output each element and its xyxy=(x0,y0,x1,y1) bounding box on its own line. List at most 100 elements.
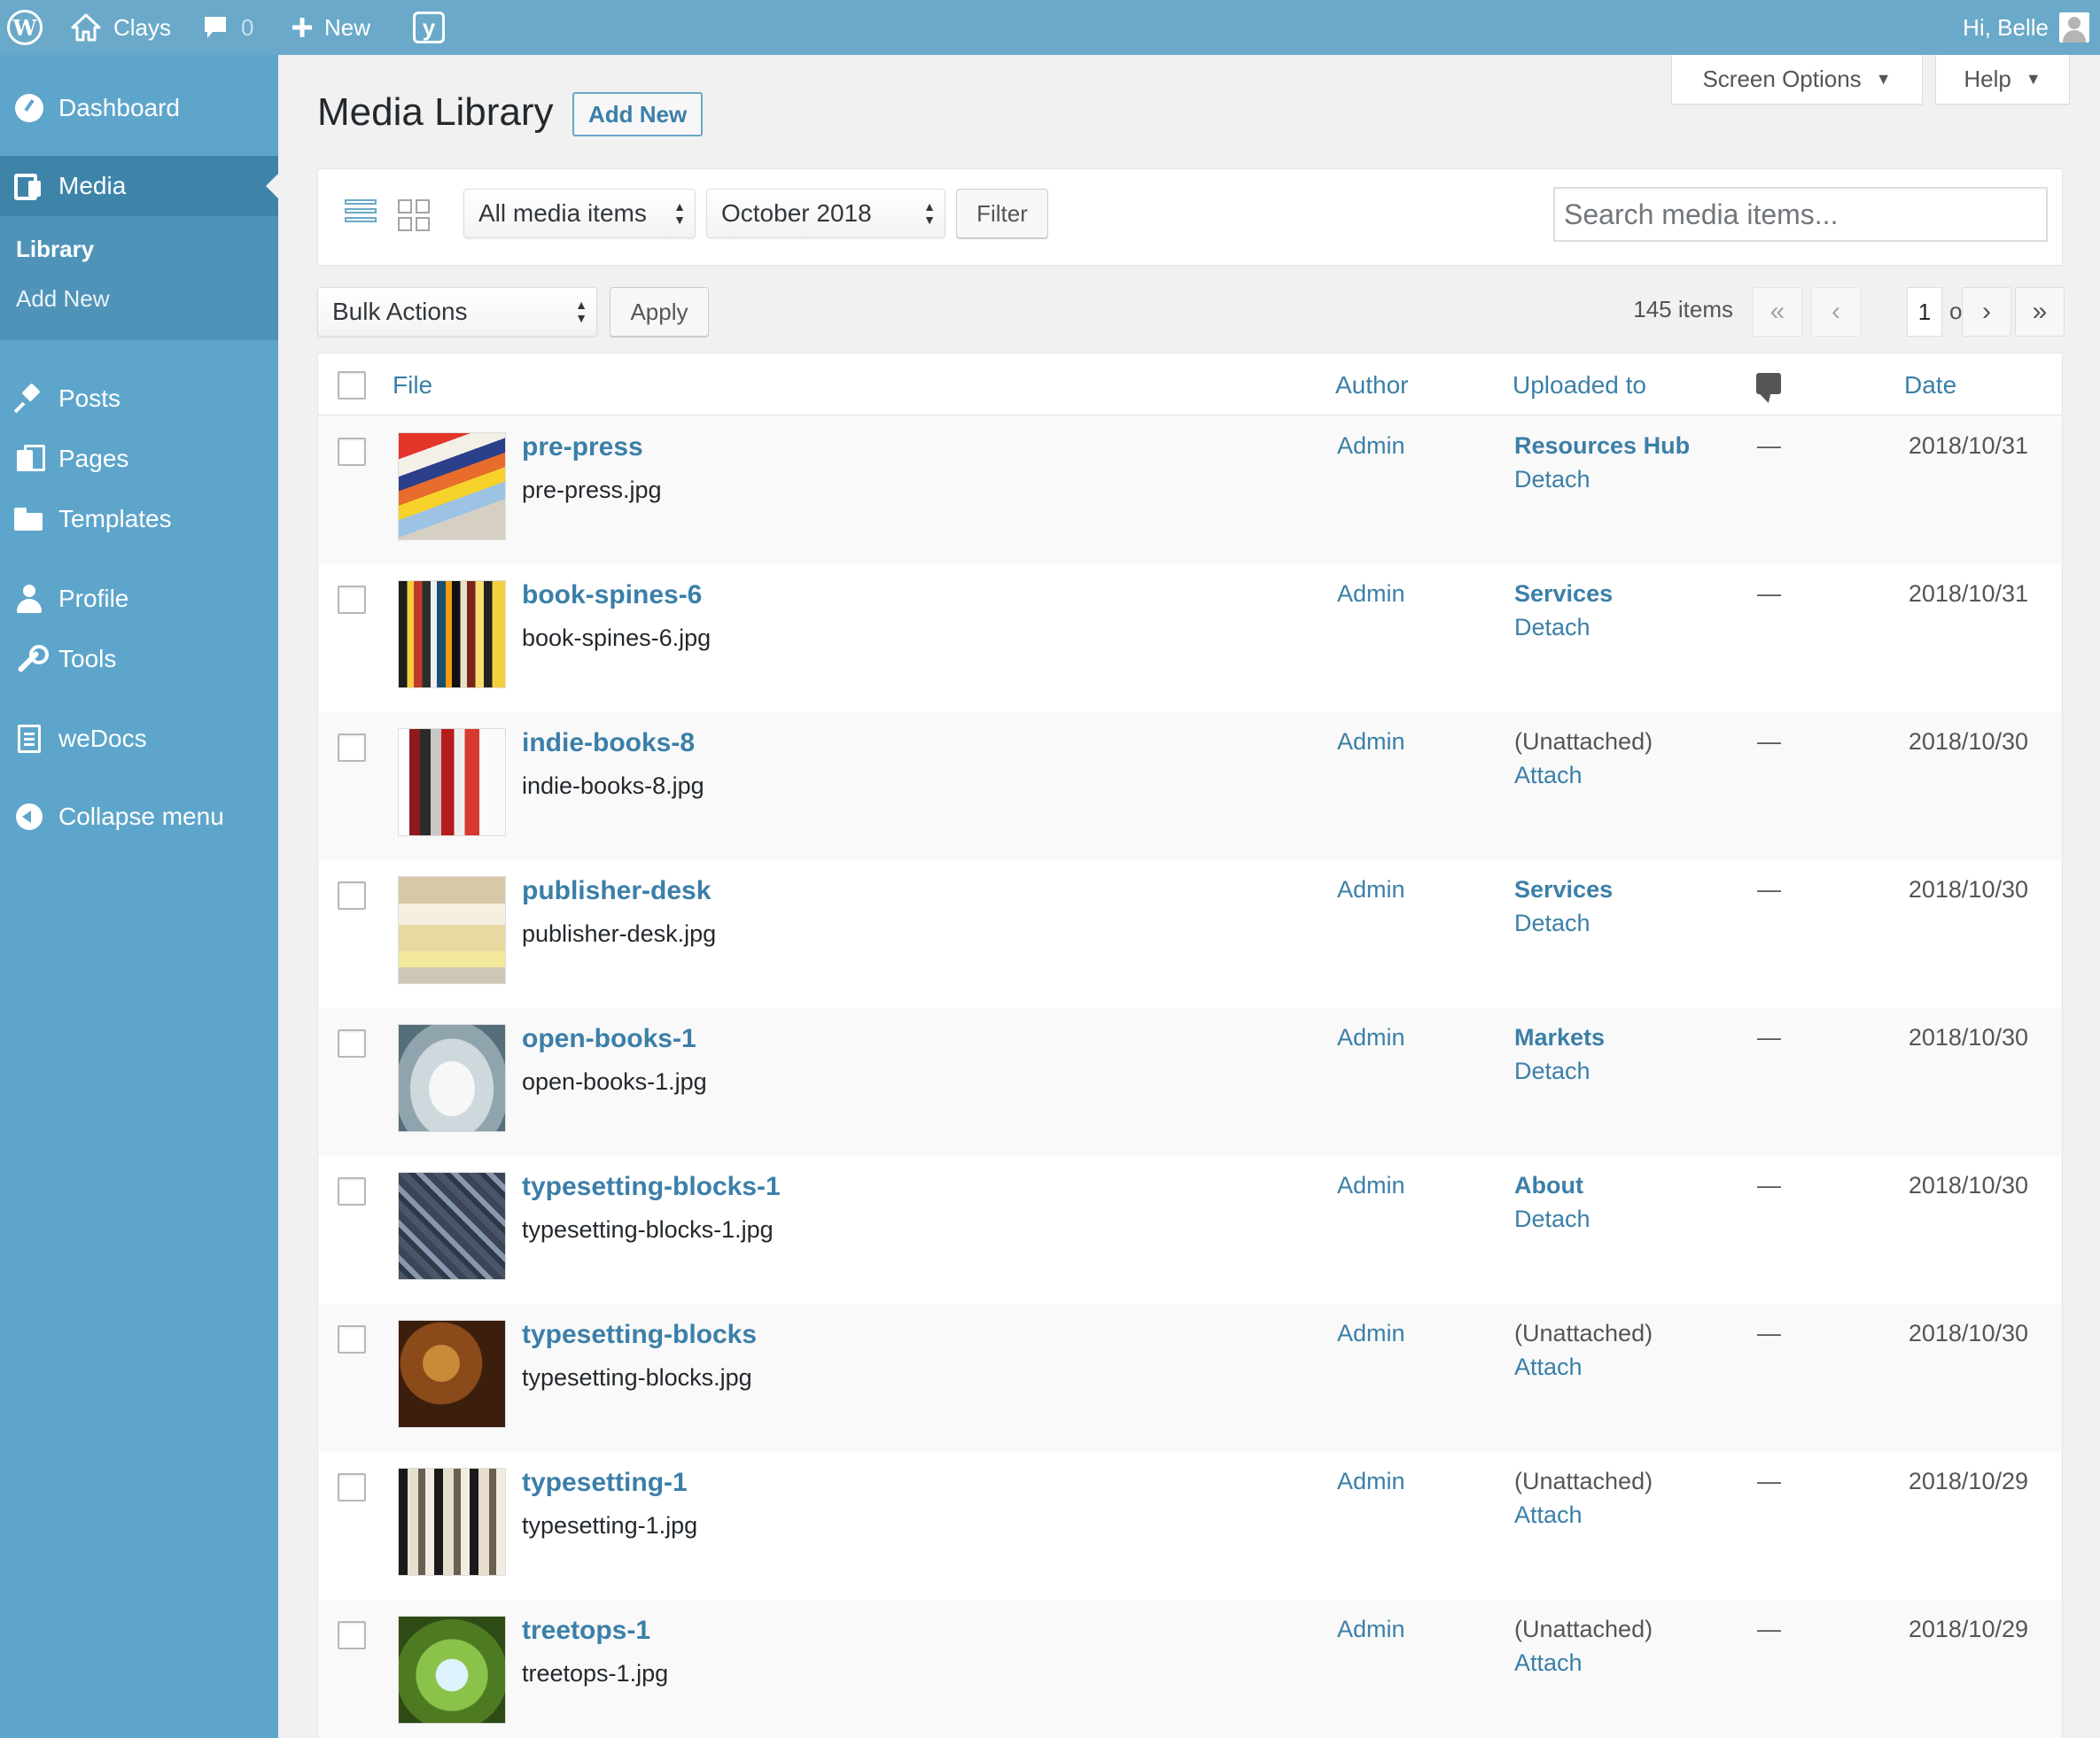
media-type-select[interactable]: All media items ▲ ▼ xyxy=(463,189,696,238)
media-thumbnail[interactable] xyxy=(398,1616,506,1724)
comments-count: — xyxy=(1757,580,1781,607)
sidebar-item-wedocs[interactable]: weDocs xyxy=(0,712,278,765)
media-thumbnail[interactable] xyxy=(398,1172,506,1280)
author-link[interactable]: Admin xyxy=(1337,728,1405,756)
media-thumbnail[interactable] xyxy=(398,1024,506,1132)
comment-icon[interactable] xyxy=(1756,373,1781,394)
detach-link[interactable]: Detach xyxy=(1514,1206,1591,1233)
author-link[interactable]: Admin xyxy=(1337,432,1405,460)
submenu-item-add-new[interactable]: Add New xyxy=(16,285,110,313)
sidebar-item-tools[interactable]: Tools xyxy=(0,632,278,686)
current-page-input[interactable]: 1 xyxy=(1907,287,1942,337)
media-title-link[interactable]: typesetting-blocks xyxy=(522,1320,757,1350)
table-row: publisher-desk publisher-desk.jpg Admin … xyxy=(318,860,2062,1008)
author-link[interactable]: Admin xyxy=(1337,1468,1405,1495)
sidebar-item-profile[interactable]: Profile xyxy=(0,572,278,625)
my-account-menu[interactable]: Hi, Belle xyxy=(1963,0,2089,55)
uploaded-to-status: (Unattached) xyxy=(1514,1616,1653,1642)
author-link[interactable]: Admin xyxy=(1337,1616,1405,1643)
uploaded-to-link[interactable]: Services xyxy=(1514,876,1613,904)
sidebar-item-media[interactable]: Media xyxy=(0,156,278,216)
attach-link[interactable]: Attach xyxy=(1514,1649,1583,1677)
detach-link[interactable]: Detach xyxy=(1514,910,1591,937)
sidebar-item-posts[interactable]: Posts xyxy=(0,372,278,425)
comments-link[interactable]: 0 xyxy=(202,0,253,55)
author-link[interactable]: Admin xyxy=(1337,1024,1405,1051)
row-checkbox[interactable] xyxy=(338,1473,366,1501)
uploaded-to-link[interactable]: About xyxy=(1514,1172,1583,1199)
media-title-link[interactable]: typesetting-blocks-1 xyxy=(522,1172,781,1202)
row-checkbox[interactable] xyxy=(338,1325,366,1354)
wordpress-logo-menu[interactable]: W xyxy=(7,0,46,55)
attach-link[interactable]: Attach xyxy=(1514,1354,1583,1381)
sidebar-item-label: Tools xyxy=(58,645,117,672)
list-view-icon[interactable] xyxy=(345,199,377,231)
table-row: indie-books-8 indie-books-8.jpg Admin (U… xyxy=(318,712,2062,860)
media-title-link[interactable]: typesetting-1 xyxy=(522,1468,688,1498)
grid-view-icon[interactable] xyxy=(398,199,430,231)
comments-count: — xyxy=(1757,876,1781,903)
help-label: Help xyxy=(1964,66,2011,92)
row-checkbox[interactable] xyxy=(338,1177,366,1206)
screen-options-toggle[interactable]: Screen Options ▼ xyxy=(1671,55,1923,105)
row-checkbox[interactable] xyxy=(338,1621,366,1649)
author-link[interactable]: Admin xyxy=(1337,1172,1405,1199)
sidebar-item-dashboard[interactable]: Dashboard xyxy=(0,81,278,135)
bulk-actions-select[interactable]: Bulk Actions ▲ ▼ xyxy=(317,287,597,337)
row-checkbox[interactable] xyxy=(338,586,366,614)
media-thumbnail[interactable] xyxy=(398,580,506,688)
row-checkbox[interactable] xyxy=(338,438,366,466)
date-filter-select[interactable]: October 2018 ▲ ▼ xyxy=(706,189,945,238)
media-filename: typesetting-blocks.jpg xyxy=(522,1364,752,1391)
media-thumbnail[interactable] xyxy=(398,1468,506,1576)
submenu-item-library[interactable]: Library xyxy=(16,236,94,263)
media-title-link[interactable]: book-spines-6 xyxy=(522,580,702,610)
next-page-button[interactable]: › xyxy=(1962,287,2011,337)
collapse-menu-button[interactable]: Collapse menu xyxy=(0,790,278,843)
media-title-link[interactable]: treetops-1 xyxy=(522,1616,650,1646)
attach-link[interactable]: Attach xyxy=(1514,762,1583,789)
detach-link[interactable]: Detach xyxy=(1514,466,1591,493)
media-thumbnail[interactable] xyxy=(398,1320,506,1428)
apply-button[interactable]: Apply xyxy=(610,287,709,337)
author-link[interactable]: Admin xyxy=(1337,1320,1405,1347)
last-page-button[interactable]: » xyxy=(2015,287,2065,337)
upload-date: 2018/10/31 xyxy=(1908,580,2028,607)
help-toggle[interactable]: Help ▼ xyxy=(1935,55,2070,105)
comments-count: — xyxy=(1757,1616,1781,1642)
yoast-seo-menu[interactable]: y xyxy=(413,0,445,55)
media-title-link[interactable]: publisher-desk xyxy=(522,876,711,906)
detach-link[interactable]: Detach xyxy=(1514,1058,1591,1085)
media-thumbnail[interactable] xyxy=(398,876,506,984)
sidebar-item-templates[interactable]: Templates xyxy=(0,493,278,546)
author-link[interactable]: Admin xyxy=(1337,580,1405,608)
filter-button[interactable]: Filter xyxy=(956,189,1048,238)
column-uploaded-to[interactable]: Uploaded to xyxy=(1513,371,1646,400)
add-new-button[interactable]: Add New xyxy=(572,92,704,136)
row-checkbox[interactable] xyxy=(338,733,366,762)
attach-link[interactable]: Attach xyxy=(1514,1501,1583,1529)
select-all-checkbox[interactable] xyxy=(338,371,366,400)
media-thumbnail[interactable] xyxy=(398,432,506,540)
media-title-link[interactable]: pre-press xyxy=(522,432,643,462)
table-row: typesetting-blocks typesetting-blocks.jp… xyxy=(318,1304,2062,1452)
author-link[interactable]: Admin xyxy=(1337,876,1405,904)
media-table: File Author Uploaded to Date pre-press p… xyxy=(317,353,2063,1738)
column-file[interactable]: File xyxy=(393,371,432,400)
row-checkbox[interactable] xyxy=(338,1029,366,1058)
media-filter-bar: All media items ▲ ▼ October 2018 ▲ ▼ Filte… xyxy=(317,168,2063,266)
uploaded-to-link[interactable]: Markets xyxy=(1514,1024,1605,1051)
uploaded-to-link[interactable]: Services xyxy=(1514,580,1613,608)
media-title-link[interactable]: open-books-1 xyxy=(522,1024,696,1054)
column-date[interactable]: Date xyxy=(1904,371,1956,400)
detach-link[interactable]: Detach xyxy=(1514,614,1591,641)
media-thumbnail[interactable] xyxy=(398,728,506,836)
new-content-menu[interactable]: New xyxy=(291,0,370,55)
uploaded-to-link[interactable]: Resources Hub xyxy=(1514,432,1690,460)
search-input[interactable]: Search media items... xyxy=(1553,187,2048,242)
row-checkbox[interactable] xyxy=(338,881,366,910)
site-name-link[interactable]: Clays xyxy=(71,0,171,55)
media-title-link[interactable]: indie-books-8 xyxy=(522,728,695,758)
sidebar-item-pages[interactable]: Pages xyxy=(0,432,278,485)
column-author[interactable]: Author xyxy=(1335,371,1409,400)
